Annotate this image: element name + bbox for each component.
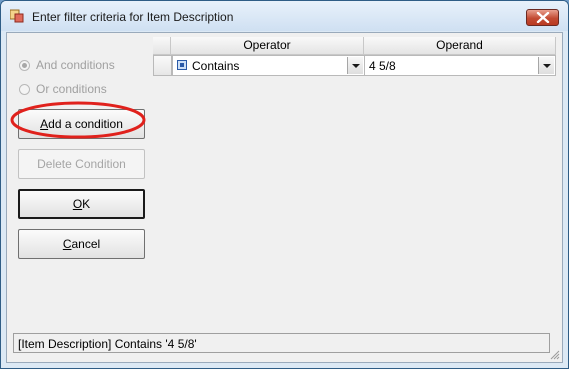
cancel-accel: C xyxy=(62,237,72,251)
or-conditions-radio[interactable] xyxy=(19,83,30,95)
operand-cell[interactable]: 4 5/8 xyxy=(364,55,556,76)
add-condition-label: dd a condition xyxy=(48,117,123,131)
close-icon xyxy=(536,12,550,23)
and-conditions-option[interactable]: And conditions xyxy=(19,57,115,73)
operator-icon xyxy=(177,60,187,70)
window-title: Enter filter criteria for Item Descripti… xyxy=(32,10,234,24)
cancel-button[interactable]: Cancel xyxy=(18,229,145,259)
and-conditions-radio[interactable] xyxy=(19,59,30,71)
or-conditions-option[interactable]: Or conditions xyxy=(19,81,107,97)
or-conditions-label: Or conditions xyxy=(36,82,107,96)
filter-dialog: Enter filter criteria for Item Descripti… xyxy=(0,0,569,369)
ok-label: K xyxy=(82,197,91,211)
operand-value: 4 5/8 xyxy=(369,59,396,73)
add-condition-button[interactable]: Add a condition xyxy=(18,109,145,139)
title-bar[interactable]: Enter filter criteria for Item Descripti… xyxy=(1,1,568,31)
cancel-label: ancel xyxy=(71,237,101,251)
operator-dropdown-button[interactable] xyxy=(347,57,363,74)
delete-condition-button[interactable]: Delete Condition xyxy=(18,149,145,179)
add-condition-accel: A xyxy=(40,117,49,131)
column-header-operand[interactable]: Operand xyxy=(364,37,556,54)
delete-condition-label: Delete Condition xyxy=(37,157,126,171)
and-conditions-label: And conditions xyxy=(36,58,115,72)
close-button[interactable] xyxy=(526,9,559,26)
row-header-corner xyxy=(153,37,171,54)
filter-window-icon xyxy=(10,9,24,23)
column-header-operator[interactable]: Operator xyxy=(171,37,364,54)
dialog-body: And conditions Or conditions Add a condi… xyxy=(6,32,563,363)
operator-value: Contains xyxy=(192,59,240,73)
ok-button[interactable]: OK xyxy=(18,189,145,219)
operand-dropdown-button[interactable] xyxy=(538,57,554,74)
filter-expression-bar: [Item Description] Contains '4 5/8' xyxy=(13,333,550,353)
filter-expression: [Item Description] Contains '4 5/8' xyxy=(18,337,197,351)
operator-cell[interactable]: Contains xyxy=(172,55,365,76)
resize-grip-icon[interactable] xyxy=(550,350,560,360)
row-selector[interactable] xyxy=(153,55,172,76)
grid-header: Operator Operand xyxy=(153,37,556,55)
ok-accel: O xyxy=(72,197,83,211)
